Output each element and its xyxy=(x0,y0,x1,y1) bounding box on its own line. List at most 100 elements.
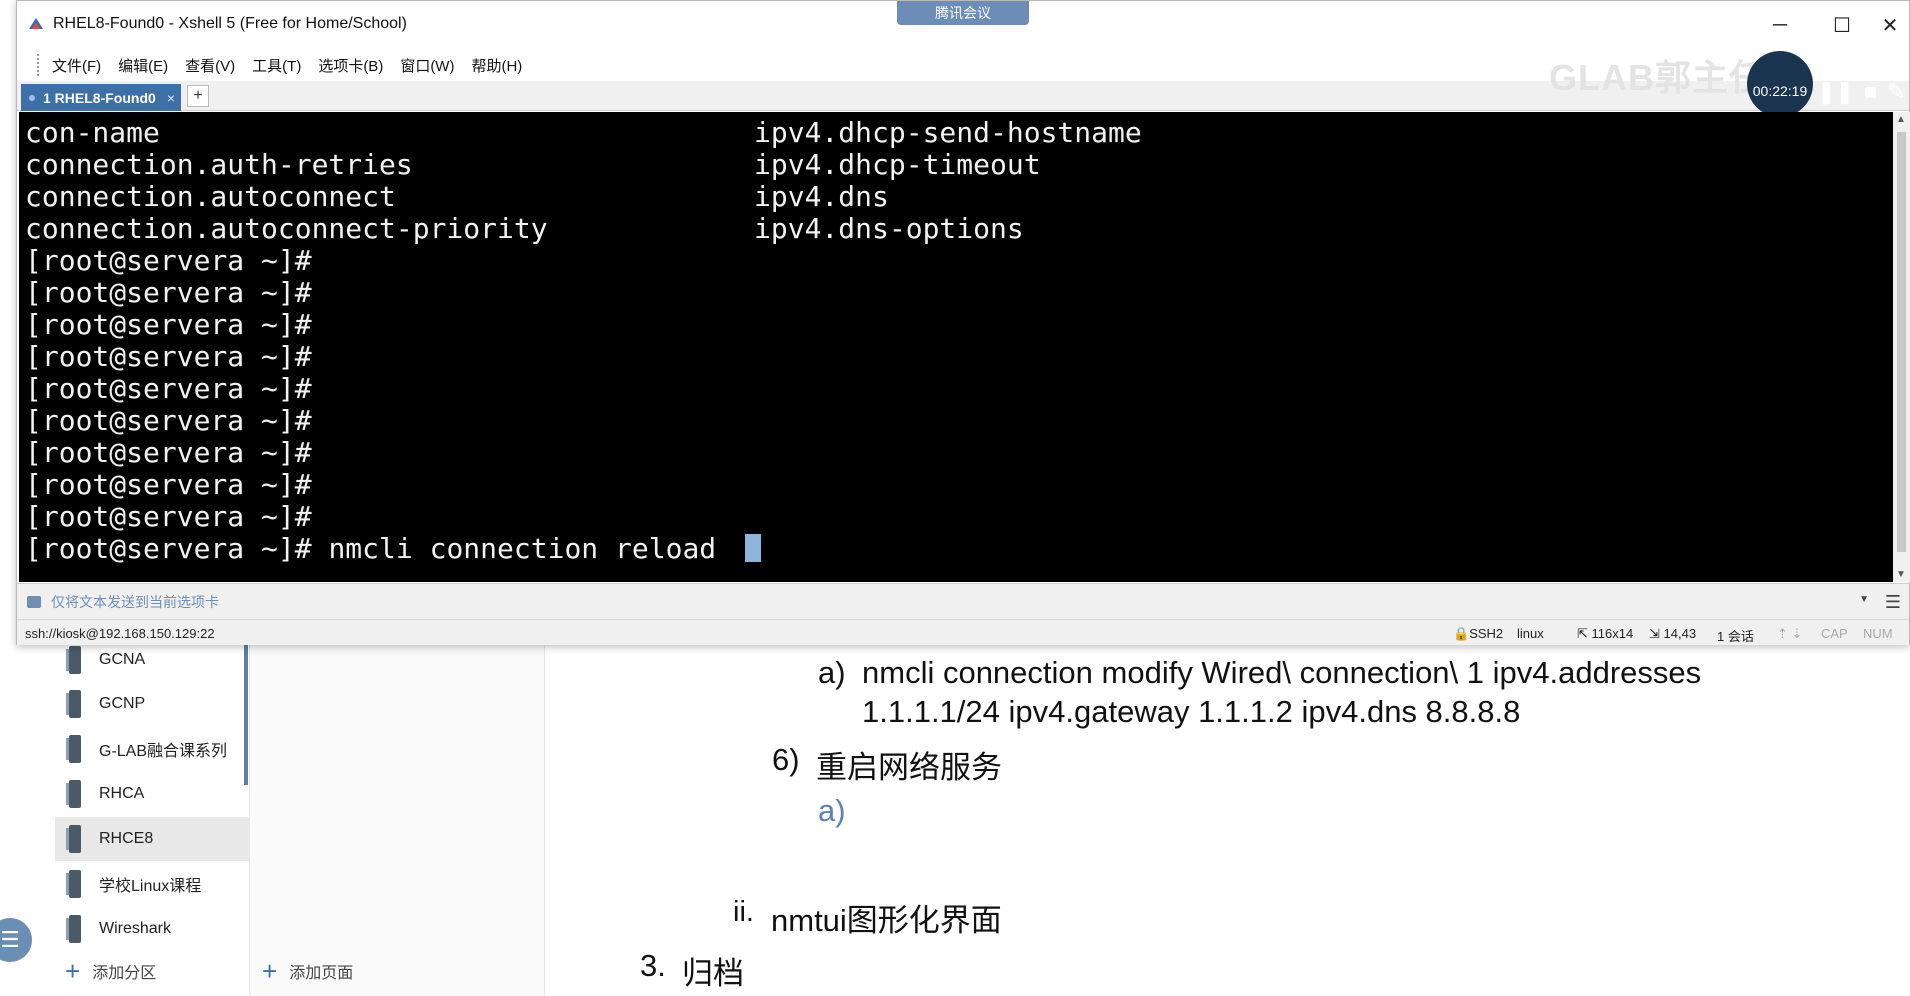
notebook-section-icon xyxy=(66,870,81,898)
terminal-line: connection.autoconnect-priority ipv4.dns-… xyxy=(19,213,1893,245)
note-item-6-marker: 6) xyxy=(772,742,800,777)
section-item-wireshark[interactable]: Wireshark xyxy=(55,907,250,951)
add-page-label: 添加页面 xyxy=(289,965,354,982)
add-page-button[interactable]: + 添加页面 xyxy=(262,958,353,984)
list-marker: a) xyxy=(818,655,846,690)
terminal-text: [root@servera ~]# xyxy=(25,340,312,373)
terminal-text: connection.auth-retries xyxy=(25,148,413,181)
compose-text: 仅将文本发送到当前选项卡 xyxy=(51,593,219,610)
plus-icon: + xyxy=(65,956,81,986)
note-item-a-line2: 1.1.1.1/24 ipv4.gateway 1.1.1.2 ipv4.dns… xyxy=(862,694,1521,729)
notebook-section-icon xyxy=(66,780,81,808)
maximize-button[interactable]: ☐ xyxy=(1819,11,1865,39)
terminal-output[interactable]: con-name ipv4.dhcp-send-hostname connectio… xyxy=(19,112,1893,582)
new-tab-button[interactable]: + xyxy=(187,85,209,107)
terminal-text: [root@servera ~]# xyxy=(25,436,312,469)
note-item-3-text: 归档 xyxy=(682,956,744,991)
recording-controls: ❚❚ ■ ✎ xyxy=(1817,79,1906,105)
section-list: GCNA GCNP G-LAB融合课系列 RHCA RHCE8 学校Linux课… xyxy=(55,640,250,996)
add-section-button[interactable]: + 添加分区 xyxy=(65,958,156,984)
text-cursor xyxy=(745,534,762,562)
tab-status-icon xyxy=(29,94,35,101)
terminal-text: ipv4.dhcp-send-hostname xyxy=(754,116,1142,149)
terminal-text: [root@servera ~]# xyxy=(25,404,312,437)
tab-close-icon[interactable]: × xyxy=(167,90,175,106)
menu-tools[interactable]: 工具(T) xyxy=(252,55,301,76)
terminal-line: connection.autoconnect ipv4.dns xyxy=(19,181,1893,213)
section-label: GCNP xyxy=(99,695,146,712)
section-item-rhce8[interactable]: RHCE8 xyxy=(55,817,250,861)
terminal-line: connection.auth-retries ipv4.dhcp-timeout xyxy=(19,149,1893,181)
window-title: RHEL8-Found0 - Xshell 5 (Free for Home/S… xyxy=(53,15,407,32)
prompt-text: [root@servera ~]# xyxy=(25,532,329,565)
close-button[interactable]: ✕ xyxy=(1867,11,1910,39)
section-label: 学校Linux课程 xyxy=(99,878,202,895)
note-item-a: a) xyxy=(818,655,846,691)
menu-tabs[interactable]: 选项卡(B) xyxy=(318,55,383,76)
session-tab-label: 1 RHEL8-Found0 xyxy=(43,89,156,106)
session-count: 1 会话 xyxy=(1717,629,1754,644)
section-label: G-LAB融合课系列 xyxy=(99,743,228,760)
recording-timer[interactable]: 00:22:19 xyxy=(1747,51,1813,117)
compose-icon xyxy=(27,595,41,608)
note-item-ii-marker: ii. xyxy=(733,896,754,928)
typed-command: nmcli connection reload xyxy=(328,532,734,565)
notebook-section-icon xyxy=(66,825,81,853)
scroll-arrows-icon: ⇡ ⇣ xyxy=(1777,626,1803,641)
title-bar[interactable]: RHEL8-Found0 - Xshell 5 (Free for Home/S… xyxy=(17,1,1909,49)
size-label: 116x14 xyxy=(1591,626,1634,641)
section-item-glab[interactable]: G-LAB融合课系列 xyxy=(55,727,250,771)
menu-help[interactable]: 帮助(H) xyxy=(471,55,522,76)
minimize-button[interactable]: ─ xyxy=(1757,11,1803,39)
toolbar-grip[interactable] xyxy=(37,54,40,76)
menu-icon[interactable]: ☰ xyxy=(1885,592,1901,613)
section-item-school-linux[interactable]: 学校Linux课程 xyxy=(55,862,250,906)
menu-edit[interactable]: 编辑(E) xyxy=(118,55,168,76)
notebook-section-icon xyxy=(66,735,81,763)
compose-bar[interactable]: 仅将文本发送到当前选项卡 ▼ ☰ xyxy=(17,583,1909,619)
menu-window[interactable]: 窗口(W) xyxy=(400,55,454,76)
terminal-line: [root@servera ~]# xyxy=(19,405,1893,437)
session-tab[interactable]: 1 RHEL8-Found0 × xyxy=(21,84,181,111)
terminal-scrollbar[interactable]: ▲ ▼ xyxy=(1893,112,1910,582)
terminal-line: [root@servera ~]# xyxy=(19,469,1893,501)
cursor-position: ⇲ 14,43 xyxy=(1649,626,1697,641)
terminal-text: ipv4.dns xyxy=(754,180,889,213)
scroll-thumb[interactable] xyxy=(1897,132,1906,552)
terminal-text: con-name xyxy=(25,116,160,149)
recording-time: 00:22:19 xyxy=(1752,83,1808,99)
terminal-text: [root@servera ~]# xyxy=(25,500,312,533)
note-item-a-line1: nmcli connection modify Wired\ connectio… xyxy=(862,655,1702,690)
section-item-gcnp[interactable]: GCNP xyxy=(55,682,250,726)
terminal-line: con-name ipv4.dhcp-send-hostname xyxy=(19,117,1893,149)
terminal-text: [root@servera ~]# xyxy=(25,244,312,277)
section-label: Wireshark xyxy=(99,920,172,937)
pen-icon[interactable]: ✎ xyxy=(1887,79,1905,105)
protocol-label: SSH2 xyxy=(1469,626,1504,641)
navigation-toggle-icon[interactable]: ☰ xyxy=(0,918,32,962)
scroll-up-icon[interactable]: ▲ xyxy=(1896,114,1906,125)
note-item-ii-text: nmtui图形化界面 xyxy=(771,903,1002,938)
meeting-badge[interactable]: 腾讯会议 xyxy=(897,1,1029,25)
terminal-size: ⇱ 116x14 xyxy=(1577,626,1634,641)
stop-icon[interactable]: ■ xyxy=(1864,79,1877,105)
terminal-command-line: [root@servera ~]# nmcli connection reloa… xyxy=(19,533,1893,565)
notebook-section-icon xyxy=(66,690,81,718)
section-list-scrollbar[interactable] xyxy=(244,640,248,785)
terminal-text: [root@servera ~]# xyxy=(25,308,312,341)
note-item-3-marker: 3. xyxy=(640,948,666,983)
menu-view[interactable]: 查看(V) xyxy=(185,55,235,76)
terminal-text: connection.autoconnect xyxy=(25,180,396,213)
section-item-rhca[interactable]: RHCA xyxy=(55,772,250,816)
menu-file[interactable]: 文件(F) xyxy=(52,55,101,76)
note-item-6-text: 重启网络服务 xyxy=(816,750,1002,785)
terminal-line: [root@servera ~]# xyxy=(19,277,1893,309)
caps-lock-indicator: CAP xyxy=(1821,626,1848,641)
pause-icon[interactable]: ❚❚ xyxy=(1817,79,1854,105)
plus-icon: + xyxy=(262,956,278,986)
dropdown-icon[interactable]: ▼ xyxy=(1859,594,1869,605)
scroll-down-icon[interactable]: ▼ xyxy=(1896,569,1906,580)
terminal-type: linux xyxy=(1517,626,1544,641)
terminal-text: ipv4.dhcp-timeout xyxy=(754,148,1041,181)
terminal-line: [root@servera ~]# xyxy=(19,373,1893,405)
